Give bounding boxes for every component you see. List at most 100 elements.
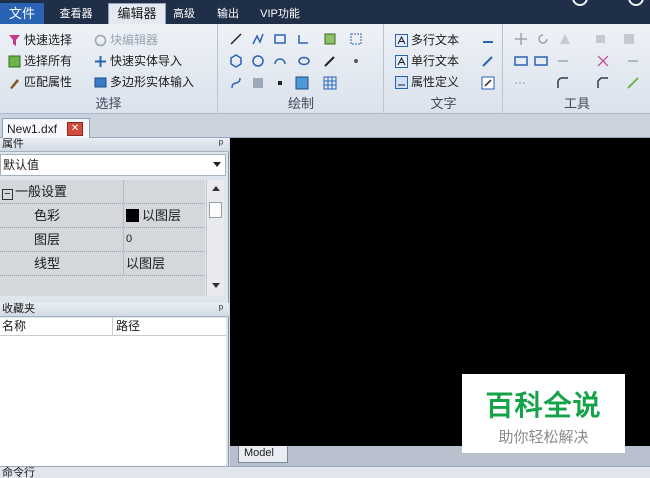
pen-icon[interactable] [323,54,337,68]
gradient-icon[interactable] [251,76,265,90]
tab-output[interactable]: 输出 [212,5,244,24]
property-key: 线型 [0,252,124,275]
region-icon[interactable] [349,32,363,46]
curve-icon[interactable] [229,76,243,90]
close-icon[interactable]: ✕ [67,121,84,136]
property-key: 色彩 [0,204,124,227]
line-icon[interactable] [229,32,243,46]
document-tab-strip: New1.dxf ✕ [0,114,650,138]
tab-viewer[interactable]: 查看器 [52,5,100,24]
spell-check-icon[interactable] [481,54,495,68]
property-section-label: 一般设置 [15,184,68,199]
attribute-definition-button[interactable]: 属性定义 [395,73,459,91]
property-grid-scrollbar[interactable] [206,180,224,296]
property-grid: − 一般设置 色彩 以图层 图层 0 线型 以图层 [0,180,205,296]
chevron-up-icon[interactable] [212,186,220,191]
dot-icon[interactable] [273,76,287,90]
property-row-layer[interactable]: 图层 0 [0,228,205,252]
tab-model[interactable]: Model [238,446,288,463]
properties-filter-select[interactable]: 默认值 [0,154,226,176]
explode-icon[interactable] [596,54,610,68]
select-all-label: 选择所有 [24,54,73,68]
dotted-line-icon[interactable] [514,76,528,90]
ribbon-tab-bar: 文件 查看器 编辑器 高级 输出 VIP功能 [0,0,650,25]
mirror-icon[interactable] [558,32,572,46]
property-value-text[interactable]: 0 [126,228,132,251]
pin-icon[interactable]: ᵖ [219,303,223,316]
point-icon[interactable] [349,54,363,68]
arc-icon[interactable] [273,54,287,68]
stretch-icon[interactable] [514,54,528,68]
brush-icon [10,78,19,89]
favorites-panel-title: 收藏夹 ᵖ [0,303,229,317]
chevron-down-icon[interactable] [213,162,221,167]
property-section-row[interactable]: − 一般设置 [0,180,205,204]
ribbon-group-label-draw: 绘制 [287,96,314,111]
circle-icon [628,0,644,6]
watermark-subtitle: 助你轻松解决 [498,429,589,446]
ribbon-group-label-select: 选择 [95,96,122,111]
polygon-icon [94,77,107,87]
ribbon-group-tools: 工具 [504,24,650,114]
match-properties-button[interactable]: 匹配属性 [8,73,72,91]
property-row-linetype[interactable]: 线型 以图层 [0,252,205,276]
block-editor-icon [94,34,107,46]
attribute-icon [395,75,408,89]
circle-draw-icon[interactable] [251,54,265,68]
block-editor-button[interactable]: 块编辑器 [94,31,158,49]
array-icon[interactable] [622,32,636,46]
edit-text-icon[interactable] [481,76,495,90]
image-icon[interactable] [295,76,309,90]
app-window: 文件 查看器 编辑器 高级 输出 VIP功能 快速选择 选择所有 匹配属性 块编… [0,0,650,478]
tab-vip[interactable]: VIP功能 [252,5,308,24]
rectangle-icon[interactable] [273,32,287,46]
trim-icon[interactable] [556,54,570,68]
property-value[interactable]: 以图层 [126,204,181,227]
fillet-icon[interactable] [556,76,570,90]
command-line-label: 命令行 [2,467,35,478]
favorites-column-path[interactable]: 路径 [116,318,140,335]
polygon-entity-input-label: 多边形实体输入 [110,75,195,89]
hatch-icon[interactable] [323,32,337,46]
tab-advanced[interactable]: 高级 [168,5,200,24]
tab-editor[interactable]: 编辑器 [108,3,166,25]
collapse-icon[interactable]: − [2,189,13,200]
favorites-column-name[interactable]: 名称 [2,318,26,335]
quick-entity-import-button[interactable]: 快速实体导入 [94,52,182,70]
quick-select-label: 快速选择 [24,33,73,47]
move-icon[interactable] [514,32,528,46]
property-value-text[interactable]: 以图层 [126,252,165,275]
chevron-down-icon[interactable] [212,283,220,288]
polygon-entity-input-button[interactable]: 多边形实体输入 [94,73,194,91]
spline-icon[interactable] [297,32,311,46]
pin-icon[interactable]: ᵖ [219,138,223,151]
join-icon[interactable] [626,54,640,68]
chamfer-icon[interactable] [596,76,610,90]
table-icon[interactable] [323,76,337,90]
property-row-color[interactable]: 色彩 以图层 [0,204,205,228]
color-swatch-icon [126,209,139,222]
favorites-list[interactable] [0,336,226,468]
tab-file[interactable]: 文件 [0,3,44,24]
property-value-text: 以图层 [142,208,182,223]
polyline-icon[interactable] [251,32,265,46]
mtext-button[interactable]: 多行文本 [395,31,459,49]
ribbon-group-select: 快速选择 选择所有 匹配属性 块编辑器 快速实体导入 多边形实体输入 选择 [0,24,218,114]
offset-icon[interactable] [626,76,640,90]
hexagon-icon[interactable] [229,54,243,68]
rotate-icon[interactable] [536,32,550,46]
single-line-text-label: 单行文本 [411,54,460,68]
command-line[interactable]: 命令行 [0,466,650,478]
quick-select-button[interactable]: 快速选择 [8,31,72,49]
select-all-button[interactable]: 选择所有 [8,52,72,70]
scale-icon[interactable] [534,54,548,68]
scrollbar-thumb[interactable] [209,202,222,218]
mtext-label: 多行文本 [411,33,460,47]
copy-icon[interactable] [594,32,608,46]
single-line-text-button[interactable]: 单行文本 [395,52,459,70]
attribute-definition-label: 属性定义 [411,75,460,89]
document-tab[interactable]: New1.dxf ✕ [2,118,90,138]
ellipse-icon[interactable] [297,54,311,68]
watermark: 百科全说 助你轻松解决 [462,374,625,453]
abc-icon[interactable] [481,32,495,46]
